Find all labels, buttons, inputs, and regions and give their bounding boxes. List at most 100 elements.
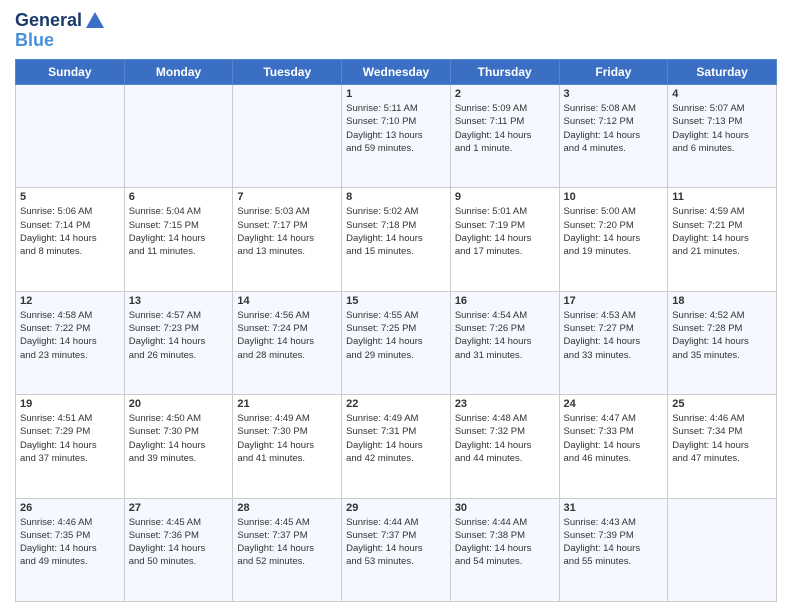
weekday-header: Monday xyxy=(124,60,233,85)
calendar-week-row: 26 Sunrise: 4:46 AMSunset: 7:35 PMDayligh… xyxy=(16,498,777,601)
day-info: Sunrise: 4:56 AMSunset: 7:24 PMDaylight:… xyxy=(237,309,337,362)
day-number: 3 xyxy=(564,88,664,100)
calendar-cell: 31 Sunrise: 4:43 AMSunset: 7:39 PMDayligh… xyxy=(559,498,668,601)
calendar-week-row: 12 Sunrise: 4:58 AMSunset: 7:22 PMDayligh… xyxy=(16,291,777,394)
day-info: Sunrise: 4:52 AMSunset: 7:28 PMDaylight:… xyxy=(672,309,772,362)
weekday-header: Wednesday xyxy=(342,60,451,85)
calendar-cell: 2 Sunrise: 5:09 AMSunset: 7:11 PMDaylight… xyxy=(450,85,559,188)
calendar-cell: 20Sunrise: 4:50 AMSunset: 7:30 PMDayligh… xyxy=(124,395,233,498)
day-info: Sunrise: 4:54 AMSunset: 7:26 PMDaylight:… xyxy=(455,309,555,362)
weekday-header: Saturday xyxy=(668,60,777,85)
calendar-cell: 6Sunrise: 5:04 AMSunset: 7:15 PMDaylight… xyxy=(124,188,233,291)
day-number: 10 xyxy=(564,191,664,203)
day-number: 31 xyxy=(564,502,664,514)
calendar-cell: 26 Sunrise: 4:46 AMSunset: 7:35 PMDayligh… xyxy=(16,498,125,601)
calendar-cell: 14 Sunrise: 4:56 AMSunset: 7:24 PMDayligh… xyxy=(233,291,342,394)
calendar-cell: 30 Sunrise: 4:44 AMSunset: 7:38 PMDayligh… xyxy=(450,498,559,601)
calendar-cell: 13 Sunrise: 4:57 AMSunset: 7:23 PMDayligh… xyxy=(124,291,233,394)
day-info: Sunrise: 4:55 AMSunset: 7:25 PMDaylight:… xyxy=(346,309,446,362)
day-number: 29 xyxy=(346,502,446,514)
day-number: 7 xyxy=(237,191,337,203)
calendar-week-row: 1 Sunrise: 5:11 AMSunset: 7:10 PMDaylight… xyxy=(16,85,777,188)
calendar-cell: 28 Sunrise: 4:45 AMSunset: 7:37 PMDayligh… xyxy=(233,498,342,601)
page: General Blue SundayMondayTuesdayWednesda… xyxy=(0,0,792,612)
calendar-cell: 8 Sunrise: 5:02 AMSunset: 7:18 PMDaylight… xyxy=(342,188,451,291)
weekday-header: Thursday xyxy=(450,60,559,85)
day-info: Sunrise: 4:43 AMSunset: 7:39 PMDaylight:… xyxy=(564,516,664,569)
header: General Blue xyxy=(15,10,777,51)
day-info: Sunrise: 4:45 AMSunset: 7:37 PMDaylight:… xyxy=(237,516,337,569)
day-number: 1 xyxy=(346,88,446,100)
day-number: 9 xyxy=(455,191,555,203)
calendar-cell: 29 Sunrise: 4:44 AMSunset: 7:37 PMDayligh… xyxy=(342,498,451,601)
weekday-header: Tuesday xyxy=(233,60,342,85)
day-info: Sunrise: 4:57 AMSunset: 7:23 PMDaylight:… xyxy=(129,309,229,362)
calendar-cell: 5Sunrise: 5:06 AMSunset: 7:14 PMDaylight… xyxy=(16,188,125,291)
day-number: 24 xyxy=(564,398,664,410)
calendar-cell xyxy=(124,85,233,188)
day-info: Sunrise: 5:01 AMSunset: 7:19 PMDaylight:… xyxy=(455,205,555,258)
day-number: 13 xyxy=(129,295,229,307)
day-info: Sunrise: 4:49 AMSunset: 7:30 PMDaylight:… xyxy=(237,412,337,465)
calendar-cell: 16Sunrise: 4:54 AMSunset: 7:26 PMDayligh… xyxy=(450,291,559,394)
day-info: Sunrise: 4:48 AMSunset: 7:32 PMDaylight:… xyxy=(455,412,555,465)
day-number: 11 xyxy=(672,191,772,203)
day-number: 17 xyxy=(564,295,664,307)
day-info: Sunrise: 5:03 AMSunset: 7:17 PMDaylight:… xyxy=(237,205,337,258)
day-info: Sunrise: 4:47 AMSunset: 7:33 PMDaylight:… xyxy=(564,412,664,465)
day-info: Sunrise: 4:50 AMSunset: 7:30 PMDaylight:… xyxy=(129,412,229,465)
weekday-header: Friday xyxy=(559,60,668,85)
day-number: 26 xyxy=(20,502,120,514)
calendar-cell: 7 Sunrise: 5:03 AMSunset: 7:17 PMDaylight… xyxy=(233,188,342,291)
day-number: 15 xyxy=(346,295,446,307)
weekday-header-row: SundayMondayTuesdayWednesdayThursdayFrid… xyxy=(16,60,777,85)
calendar-cell: 25Sunrise: 4:46 AMSunset: 7:34 PMDayligh… xyxy=(668,395,777,498)
logo-icon xyxy=(84,10,106,32)
day-info: Sunrise: 5:02 AMSunset: 7:18 PMDaylight:… xyxy=(346,205,446,258)
day-number: 8 xyxy=(346,191,446,203)
day-number: 12 xyxy=(20,295,120,307)
logo-general: General xyxy=(15,10,82,30)
day-number: 14 xyxy=(237,295,337,307)
logo-blue: Blue xyxy=(15,30,106,51)
day-number: 30 xyxy=(455,502,555,514)
day-info: Sunrise: 4:45 AMSunset: 7:36 PMDaylight:… xyxy=(129,516,229,569)
calendar-week-row: 5Sunrise: 5:06 AMSunset: 7:14 PMDaylight… xyxy=(16,188,777,291)
day-info: Sunrise: 4:59 AMSunset: 7:21 PMDaylight:… xyxy=(672,205,772,258)
day-info: Sunrise: 5:00 AMSunset: 7:20 PMDaylight:… xyxy=(564,205,664,258)
calendar-cell xyxy=(668,498,777,601)
calendar-week-row: 19 Sunrise: 4:51 AMSunset: 7:29 PMDayligh… xyxy=(16,395,777,498)
day-info: Sunrise: 4:51 AMSunset: 7:29 PMDaylight:… xyxy=(20,412,120,465)
day-info: Sunrise: 5:11 AMSunset: 7:10 PMDaylight:… xyxy=(346,102,446,155)
weekday-header: Sunday xyxy=(16,60,125,85)
day-number: 19 xyxy=(20,398,120,410)
day-info: Sunrise: 5:04 AMSunset: 7:15 PMDaylight:… xyxy=(129,205,229,258)
calendar-cell: 24 Sunrise: 4:47 AMSunset: 7:33 PMDayligh… xyxy=(559,395,668,498)
day-info: Sunrise: 5:09 AMSunset: 7:11 PMDaylight:… xyxy=(455,102,555,155)
day-number: 28 xyxy=(237,502,337,514)
calendar-cell: 11 Sunrise: 4:59 AMSunset: 7:21 PMDayligh… xyxy=(668,188,777,291)
calendar-cell: 23Sunrise: 4:48 AMSunset: 7:32 PMDayligh… xyxy=(450,395,559,498)
calendar-cell: 27 Sunrise: 4:45 AMSunset: 7:36 PMDayligh… xyxy=(124,498,233,601)
day-number: 27 xyxy=(129,502,229,514)
day-number: 2 xyxy=(455,88,555,100)
day-info: Sunrise: 4:44 AMSunset: 7:37 PMDaylight:… xyxy=(346,516,446,569)
calendar-cell: 19 Sunrise: 4:51 AMSunset: 7:29 PMDayligh… xyxy=(16,395,125,498)
calendar-cell xyxy=(233,85,342,188)
calendar-cell: 4Sunrise: 5:07 AMSunset: 7:13 PMDaylight… xyxy=(668,85,777,188)
calendar-cell: 9 Sunrise: 5:01 AMSunset: 7:19 PMDaylight… xyxy=(450,188,559,291)
day-info: Sunrise: 5:07 AMSunset: 7:13 PMDaylight:… xyxy=(672,102,772,155)
calendar-cell: 18 Sunrise: 4:52 AMSunset: 7:28 PMDayligh… xyxy=(668,291,777,394)
calendar-cell: 22Sunrise: 4:49 AMSunset: 7:31 PMDayligh… xyxy=(342,395,451,498)
day-info: Sunrise: 4:46 AMSunset: 7:35 PMDaylight:… xyxy=(20,516,120,569)
day-number: 18 xyxy=(672,295,772,307)
day-number: 5 xyxy=(20,191,120,203)
day-info: Sunrise: 4:53 AMSunset: 7:27 PMDaylight:… xyxy=(564,309,664,362)
calendar-cell: 1 Sunrise: 5:11 AMSunset: 7:10 PMDaylight… xyxy=(342,85,451,188)
day-info: Sunrise: 4:58 AMSunset: 7:22 PMDaylight:… xyxy=(20,309,120,362)
calendar-cell: 21Sunrise: 4:49 AMSunset: 7:30 PMDayligh… xyxy=(233,395,342,498)
calendar-cell: 3Sunrise: 5:08 AMSunset: 7:12 PMDaylight… xyxy=(559,85,668,188)
day-info: Sunrise: 4:44 AMSunset: 7:38 PMDaylight:… xyxy=(455,516,555,569)
day-info: Sunrise: 4:49 AMSunset: 7:31 PMDaylight:… xyxy=(346,412,446,465)
calendar-table: SundayMondayTuesdayWednesdayThursdayFrid… xyxy=(15,59,777,602)
